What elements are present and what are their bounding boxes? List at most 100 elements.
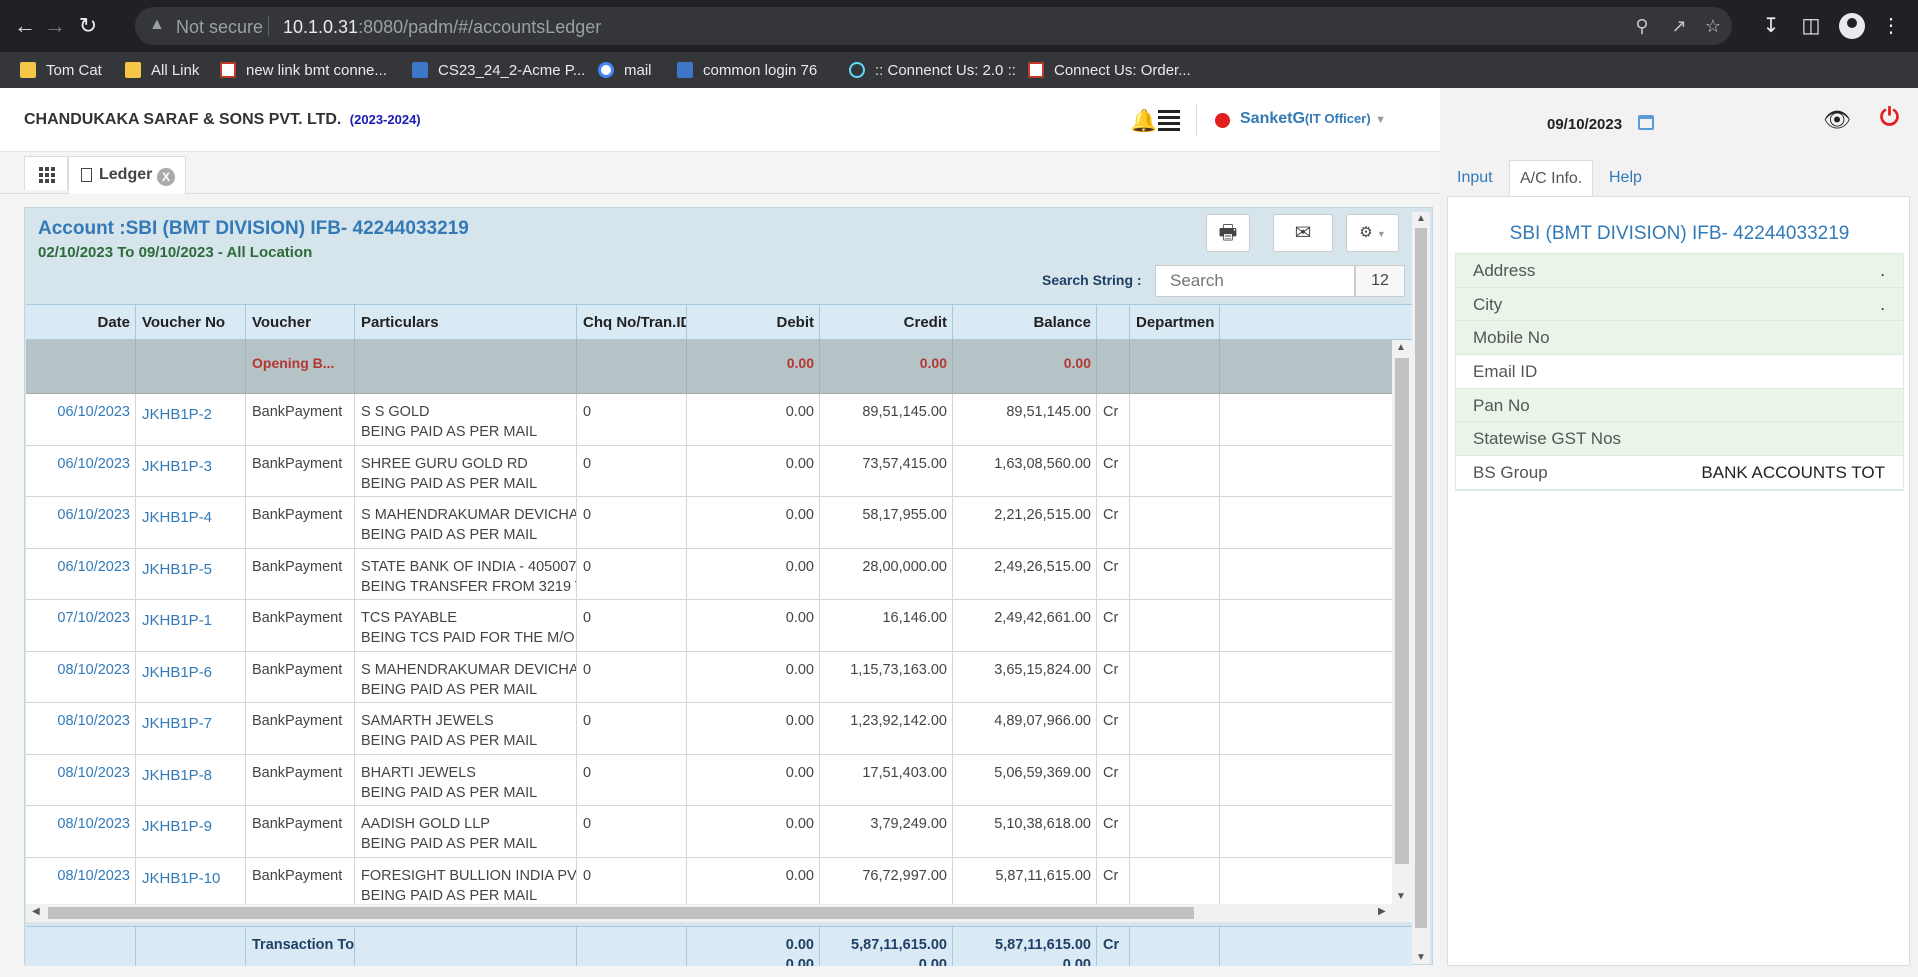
voucher-link[interactable]: JKHB1P-6 (136, 651, 246, 702)
address-bar[interactable]: ▲ Not secure 10.1.0.31:8080/padm/#/accou… (135, 7, 1732, 45)
scroll-down-icon[interactable]: ▼ (1416, 952, 1426, 963)
google-icon (598, 62, 614, 78)
apps-grid-icon[interactable] (24, 156, 68, 190)
table-row[interactable]: 08/10/2023 JKHB1P-7 BankPayment SAMARTH JEW… (26, 703, 1392, 755)
panel-vertical-scrollbar[interactable]: ▲ ▼ (1412, 212, 1430, 964)
reload-icon[interactable]: ↻ (74, 12, 102, 40)
bell-icon[interactable]: 🔔 (1130, 108, 1157, 134)
key-icon[interactable]: ⚲ (1630, 14, 1654, 38)
caret-down-icon: ▼ (1375, 114, 1386, 126)
app-header: CHANDUKAKA SARAF & SONS PVT. LTD. (2023-… (0, 88, 1440, 152)
mail-icon[interactable]: ✉ (1273, 214, 1333, 252)
scroll-down-icon[interactable]: ▼ (1396, 891, 1406, 902)
voucher-link[interactable]: JKHB1P-4 (136, 497, 246, 548)
info-row-pan: Pan No (1456, 388, 1903, 423)
forward-icon[interactable]: → (41, 12, 69, 40)
tab-help[interactable]: Help (1599, 160, 1652, 196)
list-menu-icon[interactable] (1158, 110, 1180, 131)
opening-label: Opening B... (246, 340, 355, 393)
close-tab-icon[interactable]: X (157, 168, 175, 186)
folder-icon (20, 62, 36, 78)
column-header[interactable]: Departmen (1130, 305, 1220, 339)
voucher-link[interactable]: JKHB1P-2 (136, 394, 246, 445)
back-icon[interactable]: ← (11, 12, 39, 40)
tab-input[interactable]: Input (1447, 160, 1503, 196)
account-info-list: Address. City. Mobile No Email ID Pan No… (1455, 253, 1904, 491)
column-header[interactable] (1097, 305, 1130, 339)
opening-balance-row[interactable]: Opening B... 0.00 0.00 0.00 (26, 340, 1392, 394)
table-row[interactable]: 06/10/2023 JKHB1P-5 BankPayment STATE BANK … (26, 548, 1392, 600)
voucher-link[interactable]: JKHB1P-1 (136, 600, 246, 651)
table-row[interactable]: 08/10/2023 JKHB1P-6 BankPayment S MAHENDRAK… (26, 651, 1392, 703)
bookmark-item[interactable]: mail (598, 60, 652, 82)
bookmark-item[interactable]: All Link (125, 60, 199, 82)
bookmark-item[interactable]: CS23_24_2-Acme P... (412, 60, 585, 82)
star-icon[interactable]: ☆ (1701, 14, 1725, 38)
bookmark-item[interactable]: Connect Us: Order... (1028, 60, 1191, 82)
table-row[interactable]: 06/10/2023 JKHB1P-4 BankPayment S MAHENDRAK… (26, 497, 1392, 549)
column-header[interactable]: Credit (820, 305, 953, 339)
browser-toolbar: ← → ↻ ▲ Not secure 10.1.0.31:8080/padm/#… (0, 0, 1918, 52)
table-row[interactable]: 08/10/2023 JKHB1P-8 BankPayment BHARTI JEWE… (26, 754, 1392, 806)
search-label: Search String : (1042, 272, 1142, 288)
settings-gear-icon[interactable]: ⚙ ▼ (1346, 214, 1399, 252)
table-row[interactable]: 07/10/2023 JKHB1P-1 BankPayment TCS PAYABLE… (26, 600, 1392, 652)
voucher-link[interactable]: JKHB1P-5 (136, 548, 246, 599)
result-count: 12 (1355, 265, 1405, 297)
scroll-right-icon[interactable]: ▶ (1378, 906, 1386, 917)
current-date: 09/10/2023 (1547, 116, 1623, 133)
scroll-up-icon[interactable]: ▲ (1396, 342, 1406, 353)
calendar-icon[interactable] (1638, 115, 1654, 130)
opening-credit: 0.00 (820, 340, 953, 393)
column-header[interactable]: Voucher No (136, 305, 246, 339)
grid-favicon-icon (412, 62, 428, 78)
column-header[interactable]: Date (26, 305, 136, 339)
bookmark-item[interactable]: new link bmt conne... (220, 60, 387, 82)
financial-year: (2023-2024) (349, 112, 421, 127)
info-row-address: Address. (1456, 254, 1903, 288)
right-header: 09/10/2023 👁 ⏻ (1440, 88, 1918, 152)
scroll-up-icon[interactable]: ▲ (1416, 213, 1426, 224)
table-row[interactable]: 06/10/2023 JKHB1P-3 BankPayment SHREE GURU … (26, 445, 1392, 497)
bookmark-item[interactable]: Tom Cat (20, 60, 102, 82)
voucher-link[interactable]: JKHB1P-3 (136, 445, 246, 496)
table-row[interactable]: 06/10/2023 JKHB1P-2 BankPayment S S GOLD BEI… (26, 394, 1392, 446)
search-input[interactable] (1155, 265, 1355, 297)
voucher-link[interactable]: JKHB1P-8 (136, 754, 246, 805)
table-row[interactable]: 08/10/2023 JKHB1P-9 BankPayment AADISH GOLD… (26, 806, 1392, 858)
user-menu[interactable]: SanketG(IT Officer) ▼ (1240, 110, 1386, 128)
column-header[interactable]: Chq No/Tran.ID (577, 305, 687, 339)
sidepanel-icon[interactable]: ◫ (1798, 13, 1824, 39)
url-text: 10.1.0.31:8080/padm/#/accountsLedger (283, 17, 602, 37)
table-row[interactable]: 08/10/2023 JKHB1P-10 BankPayment FORESIGHT … (26, 857, 1392, 904)
column-header[interactable]: Debit (687, 305, 820, 339)
grid-favicon-icon (677, 62, 693, 78)
tab-ac-info[interactable]: A/C Info. (1509, 160, 1594, 196)
total-credit: 5,87,11,615.00 (851, 937, 947, 953)
not-secure-label: Not secure (176, 17, 264, 37)
ledger-panel: Account :SBI (BMT DIVISION) IFB- 4224403… (24, 207, 1433, 966)
grid-vertical-scrollbar[interactable]: ▲ ▼ (1392, 340, 1412, 904)
document-icon (81, 168, 92, 182)
bookmark-item[interactable]: common login 76 (677, 60, 817, 82)
profile-avatar[interactable] (1839, 13, 1865, 39)
share-icon[interactable]: ↗ (1667, 14, 1691, 38)
column-header[interactable]: Voucher (246, 305, 355, 339)
download-icon[interactable]: ↧ (1758, 13, 1784, 39)
voucher-link[interactable]: JKHB1P-7 (136, 703, 246, 754)
scroll-left-icon[interactable]: ◀ (32, 906, 40, 917)
eye-slash-icon[interactable]: 👁 (1823, 107, 1851, 133)
kebab-menu-icon[interactable]: ⋮ (1878, 13, 1904, 39)
voucher-link[interactable]: JKHB1P-10 (136, 857, 246, 904)
totals-label: Transaction To (246, 927, 355, 966)
bookmark-item[interactable]: :: Connenct Us: 2.0 :: (849, 60, 1016, 82)
grid-horizontal-scrollbar[interactable]: ◀ ▶ (26, 904, 1412, 922)
tab-ledger[interactable]: Ledger X (68, 156, 186, 194)
print-icon[interactable]: 🖶 (1206, 214, 1250, 252)
react-icon (849, 62, 865, 78)
voucher-link[interactable]: JKHB1P-9 (136, 806, 246, 857)
power-icon[interactable]: ⏻ (1880, 104, 1899, 132)
column-header[interactable]: Particulars (355, 305, 577, 339)
column-header[interactable]: Balance (953, 305, 1097, 339)
account-name: SBI (BMT DIVISION) IFB- 42244033219 (1509, 223, 1850, 244)
